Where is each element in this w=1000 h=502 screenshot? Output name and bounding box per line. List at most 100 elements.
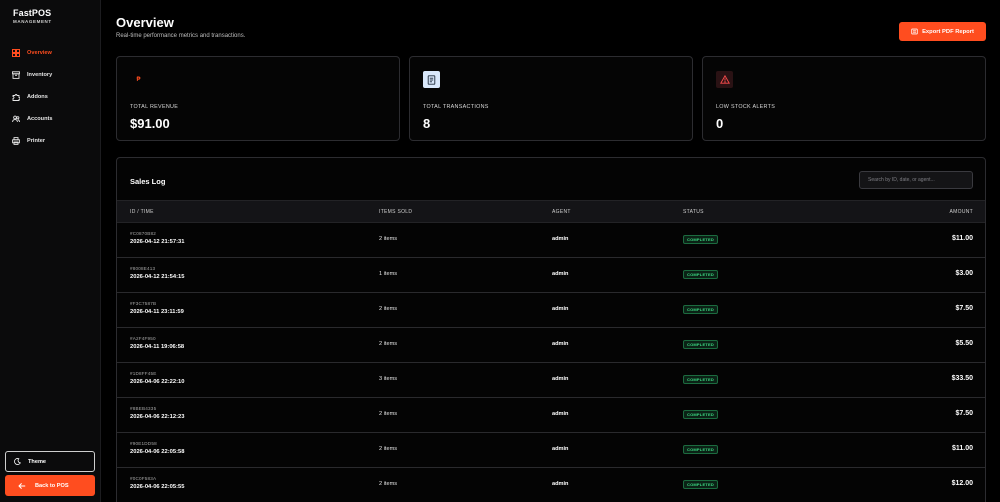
row-agent: admin [552, 236, 569, 242]
status-badge: COMPLETED [683, 410, 718, 419]
stat-card-low-stock: LOW STOCK ALERTS 0 [702, 56, 986, 141]
table-body: #C0870B82 2026-04-12 21:57:31 2 items admin… [117, 223, 985, 502]
stat-label: TOTAL REVENUE [130, 104, 179, 110]
row-amount: $7.50 [955, 305, 973, 312]
theme-toggle-button[interactable]: Theme [5, 451, 95, 472]
brand: FastPOS MANAGEMENT [13, 8, 52, 24]
row-amount: $12.00 [951, 480, 973, 487]
row-amount: $7.50 [955, 410, 973, 417]
sidebar-nav: Overview Inventory Addons Accounts Print… [12, 42, 53, 152]
export-pdf-button[interactable]: Export PDF Report [899, 22, 986, 41]
row-items: 2 items [379, 236, 398, 242]
table-row[interactable]: #8008E413 2026-04-12 21:54:15 1 items admin… [117, 258, 985, 293]
status-badge: COMPLETED [683, 480, 718, 489]
row-agent: admin [552, 306, 569, 312]
theme-label: Theme [28, 458, 47, 465]
grid-icon [12, 49, 20, 57]
warning-icon [716, 71, 733, 88]
row-items: 2 items [379, 341, 398, 347]
row-amount: $11.00 [951, 235, 973, 242]
row-time: 2026-04-11 23:11:59 [130, 309, 184, 315]
row-time: 2026-04-12 21:57:31 [130, 239, 185, 245]
table-row[interactable]: #1D8FF45E 2026-04-06 22:22:10 3 items admin… [117, 363, 985, 398]
status-badge: COMPLETED [683, 340, 718, 349]
row-agent: admin [552, 446, 569, 452]
column-header: AMOUNT [949, 209, 973, 215]
sidebar-item-printer[interactable]: Printer [12, 130, 53, 152]
table-row[interactable]: #90E1DD58 2026-04-06 22:05:58 2 items admin… [117, 433, 985, 468]
row-id: #F3C7587B [130, 301, 157, 306]
row-id: #1D8FF45E [130, 371, 157, 376]
row-items: 2 items [379, 446, 398, 452]
status-badge: COMPLETED [683, 305, 718, 314]
row-amount: $5.50 [955, 340, 973, 347]
row-time: 2026-04-06 22:05:58 [130, 449, 185, 455]
table-header: ID / TIME ITEMS SOLD AGENT STATUS AMOUNT [117, 200, 985, 223]
stat-label: LOW STOCK ALERTS [716, 104, 776, 110]
brand-subtitle: MANAGEMENT [13, 19, 52, 24]
row-agent: admin [552, 411, 569, 417]
table-row[interactable]: #F3C7587B 2026-04-11 23:11:59 2 items admin… [117, 293, 985, 328]
row-amount: $11.00 [951, 445, 973, 452]
row-amount: $33.50 [951, 375, 973, 382]
brand-name: FastPOS [13, 8, 52, 18]
status-badge: COMPLETED [683, 270, 718, 279]
sidebar-item-addons[interactable]: Addons [12, 86, 53, 108]
back-label: Back to POS [35, 482, 69, 489]
row-id: #90E1DD58 [130, 441, 157, 446]
table-row[interactable]: #A2F4F950 2026-04-11 19:06:58 2 items admin… [117, 328, 985, 363]
receipt-icon [423, 71, 440, 88]
row-amount: $3.00 [955, 270, 973, 277]
stat-value: $91.00 [130, 116, 170, 131]
export-label: Export PDF Report [922, 28, 974, 35]
sidebar-item-accounts[interactable]: Accounts [12, 108, 53, 130]
sidebar-item-label: Accounts [27, 116, 53, 122]
row-time: 2026-04-06 22:05:55 [130, 484, 185, 490]
document-icon [911, 28, 918, 35]
status-badge: COMPLETED [683, 375, 718, 384]
sidebar-item-inventory[interactable]: Inventory [12, 64, 53, 86]
column-header: ID / TIME [130, 209, 154, 215]
row-id: #8008E413 [130, 266, 156, 271]
row-time: 2026-04-11 19:06:58 [130, 344, 185, 350]
status-badge: COMPLETED [683, 445, 718, 454]
sidebar-item-label: Inventory [27, 72, 53, 78]
row-items: 3 items [379, 376, 398, 382]
row-id: #8BEB4335 [130, 406, 157, 411]
search-input[interactable] [859, 171, 973, 189]
printer-icon [12, 137, 20, 145]
puzzle-icon [12, 94, 20, 101]
row-id: #C0870B82 [130, 231, 157, 236]
sidebar-item-label: Addons [27, 94, 48, 100]
back-to-pos-button[interactable]: Back to POS [5, 475, 95, 496]
row-id: #0C0F583A [130, 476, 157, 481]
sidebar-item-label: Overview [27, 50, 52, 56]
sidebar: FastPOS MANAGEMENT Overview Inventory Ad… [0, 0, 101, 502]
row-items: 1 items [379, 271, 398, 277]
stat-value: 0 [716, 116, 724, 131]
row-items: 2 items [379, 306, 398, 312]
table-row[interactable]: #0C0F583A 2026-04-06 22:05:55 2 items admin… [117, 468, 985, 502]
column-header: STATUS [683, 209, 704, 215]
stat-label: TOTAL TRANSACTIONS [423, 104, 489, 110]
page-subtitle: Real-time performance metrics and transa… [116, 33, 246, 39]
sidebar-item-label: Printer [27, 138, 46, 144]
table-row[interactable]: #8BEB4335 2026-04-06 22:12:23 2 items admin… [117, 398, 985, 433]
row-id: #A2F4F950 [130, 336, 156, 341]
row-agent: admin [552, 376, 569, 382]
column-header: AGENT [552, 209, 571, 215]
sidebar-item-overview[interactable]: Overview [12, 42, 53, 64]
row-agent: admin [552, 271, 569, 277]
peso-icon: ₱ [136, 76, 141, 83]
arrow-left-icon [18, 482, 26, 489]
users-icon [12, 115, 20, 123]
stat-card-revenue: ₱ TOTAL REVENUE $91.00 [116, 56, 400, 141]
sales-log-panel: Sales Log ID / TIME ITEMS SOLD AGENT STA… [116, 157, 986, 502]
table-row[interactable]: #C0870B82 2026-04-12 21:57:31 2 items admin… [117, 223, 985, 258]
column-header: ITEMS SOLD [379, 209, 413, 215]
sales-log-title: Sales Log [130, 177, 166, 186]
row-time: 2026-04-06 22:22:10 [130, 379, 185, 385]
row-time: 2026-04-12 21:54:15 [130, 274, 185, 280]
stat-value: 8 [423, 116, 431, 131]
row-agent: admin [552, 341, 569, 347]
